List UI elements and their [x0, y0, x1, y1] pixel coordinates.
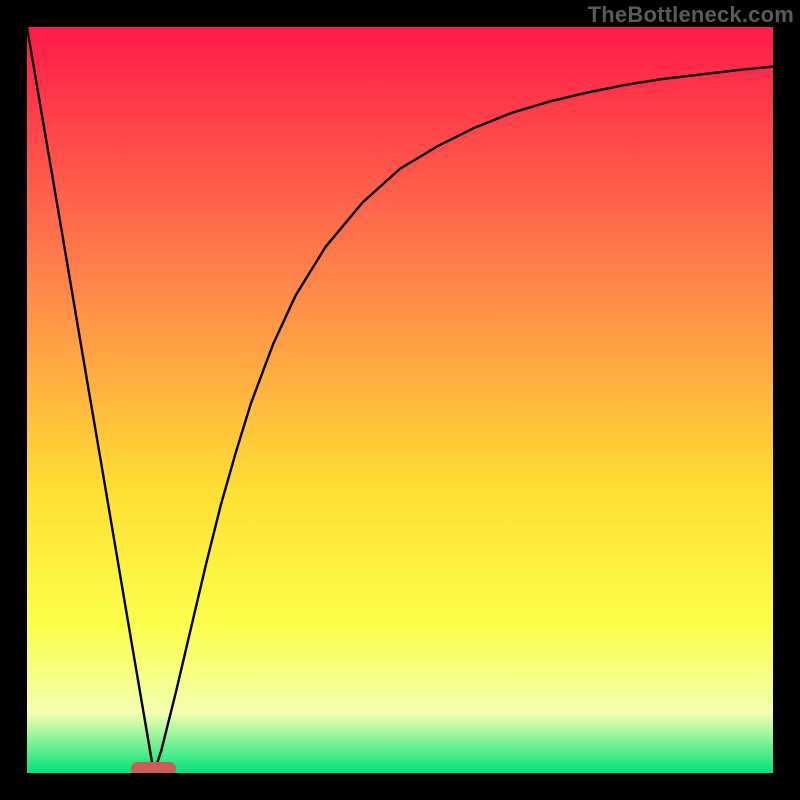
- optimal-range-marker: [131, 762, 176, 773]
- bottleneck-curve: [27, 27, 773, 773]
- chart-frame: TheBottleneck.com: [0, 0, 800, 800]
- attribution-text: TheBottleneck.com: [588, 2, 794, 28]
- plot-area: [27, 27, 773, 773]
